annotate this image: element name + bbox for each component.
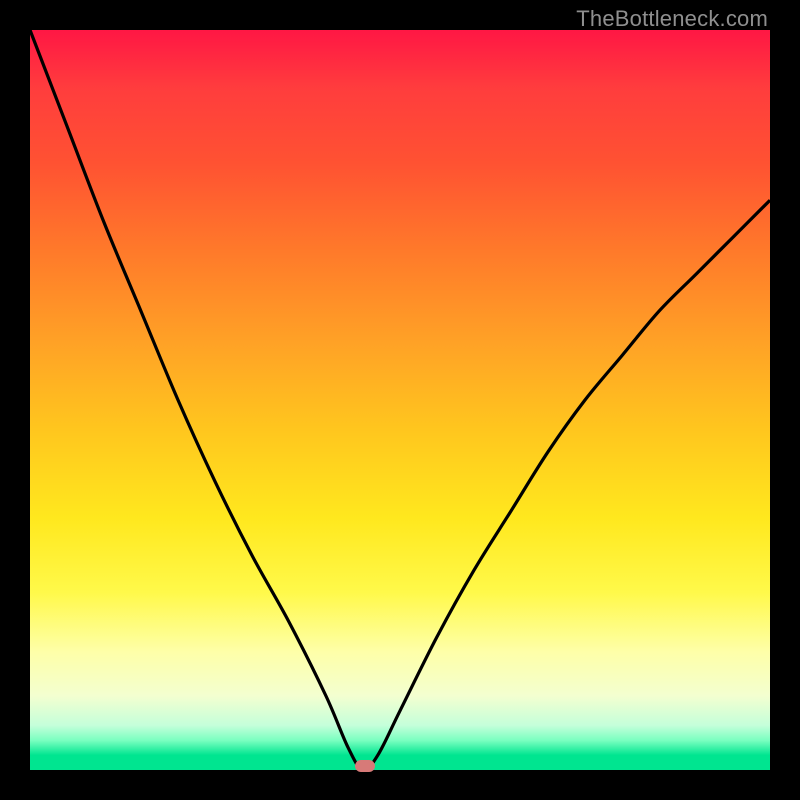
plot-area (30, 30, 770, 770)
bottleneck-curve (30, 30, 770, 770)
bottleneck-curve-path (30, 30, 770, 770)
watermark-text: TheBottleneck.com (576, 6, 768, 32)
chart-frame: TheBottleneck.com (0, 0, 800, 800)
minimum-marker (355, 760, 375, 772)
